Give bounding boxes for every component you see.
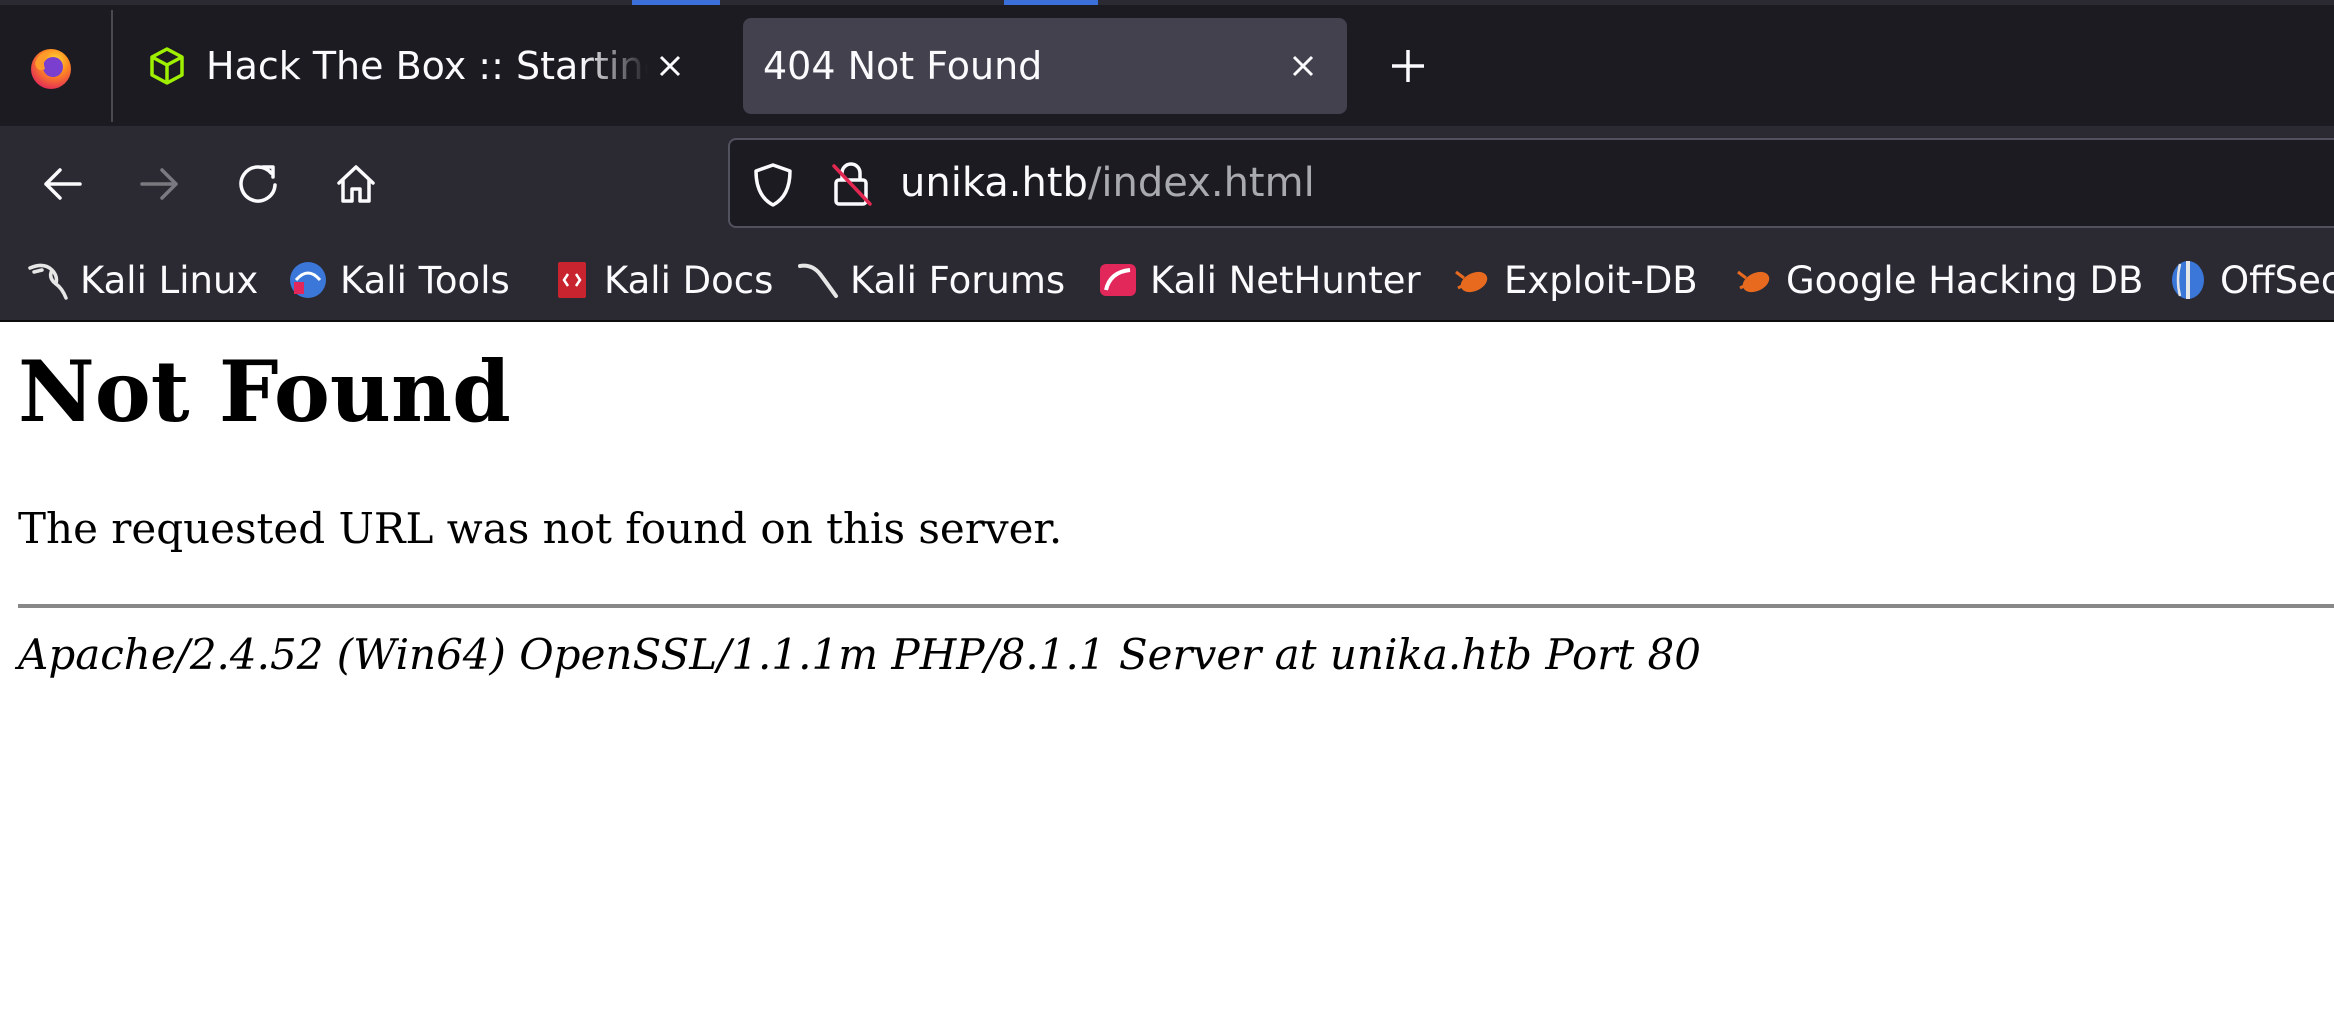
new-tab-button[interactable] (1382, 40, 1434, 92)
kali-forums-icon (798, 263, 838, 298)
home-button[interactable] (328, 156, 384, 212)
shield-icon[interactable] (748, 160, 798, 210)
bookmark-kali-docs[interactable]: Kali Docs (550, 252, 773, 308)
home-icon (337, 165, 375, 203)
offsec-icon (2172, 261, 2204, 299)
bookmark-kali-nethunter[interactable]: Kali NetHunter (1096, 252, 1421, 308)
tab-hack-the-box[interactable]: Hack The Box :: Starting Point (124, 18, 714, 114)
bookmark-label: Kali Tools (340, 258, 510, 302)
exploit-db-icon (1455, 270, 1488, 293)
bookmarks-toolbar: Kali Linux Kali Tools Kali Docs Kali For… (0, 240, 2334, 322)
bookmark-kali-forums[interactable]: Kali Forums (796, 252, 1065, 308)
bookmark-label: Google Hacking DB (1786, 258, 2144, 302)
kali-docs-icon (558, 262, 586, 298)
bookmark-offsec[interactable]: OffSec (2166, 252, 2334, 308)
tab-404-not-found[interactable]: 404 Not Found (743, 18, 1347, 114)
bookmark-label: OffSec (2220, 258, 2334, 302)
tab-title: 404 Not Found (763, 44, 1043, 88)
plus-icon (1392, 50, 1424, 82)
window-top-edge (0, 0, 2334, 5)
bookmark-kali-linux[interactable]: Kali Linux (26, 252, 258, 308)
bookmark-label: Kali Docs (604, 258, 774, 302)
kali-dragon-icon (28, 263, 68, 300)
arrow-left-icon (44, 168, 82, 200)
tab-strip: Hack The Box :: Starting Point 404 Not F… (0, 0, 2334, 126)
workspace-indicator (1004, 0, 1098, 5)
arrow-right-icon (140, 168, 178, 200)
reload-button[interactable] (230, 156, 286, 212)
back-button[interactable] (34, 156, 90, 212)
kali-nethunter-icon (1100, 264, 1136, 296)
tab-separator (111, 10, 113, 122)
insecure-lock-icon[interactable] (826, 158, 876, 210)
ghdb-icon (1737, 270, 1770, 293)
workspace-indicator (632, 0, 720, 5)
bookmark-google-hacking-db[interactable]: Google Hacking DB (1732, 252, 2143, 308)
close-icon (1292, 55, 1314, 77)
horizontal-rule (18, 604, 2334, 608)
url-host: unika.htb (900, 160, 1088, 206)
url-text[interactable]: unika.htb/index.html (900, 140, 1315, 226)
navigation-toolbar: unika.htb/index.html (0, 126, 2334, 240)
server-signature: Apache/2.4.52 (Win64) OpenSSL/1.1.1m PHP… (18, 630, 1701, 679)
forward-button[interactable] (132, 156, 188, 212)
bookmark-exploit-db[interactable]: Exploit-DB (1450, 252, 1698, 308)
htb-cube-icon (150, 47, 184, 85)
bookmark-label: Kali NetHunter (1150, 258, 1421, 302)
page-heading: Not Found (18, 342, 511, 441)
error-message: The requested URL was not found on this … (18, 504, 1063, 553)
tab-close-button[interactable] (648, 44, 692, 88)
url-bar[interactable]: unika.htb/index.html (728, 138, 2334, 228)
bookmark-label: Kali Forums (850, 258, 1066, 302)
kali-tools-icon (290, 262, 326, 298)
tab-title: Hack The Box :: Starting Point (206, 44, 648, 88)
bookmark-label: Exploit-DB (1504, 258, 1698, 302)
tab-close-button[interactable] (1281, 44, 1325, 88)
firefox-menu-button[interactable] (20, 38, 82, 100)
firefox-logo-icon (31, 49, 71, 89)
reload-icon (239, 165, 277, 203)
close-icon (659, 55, 681, 77)
bookmark-label: Kali Linux (80, 258, 259, 302)
bookmark-kali-tools[interactable]: Kali Tools (286, 252, 510, 308)
url-path: /index.html (1087, 160, 1315, 206)
page-content: Not Found The requested URL was not foun… (0, 322, 2334, 1026)
